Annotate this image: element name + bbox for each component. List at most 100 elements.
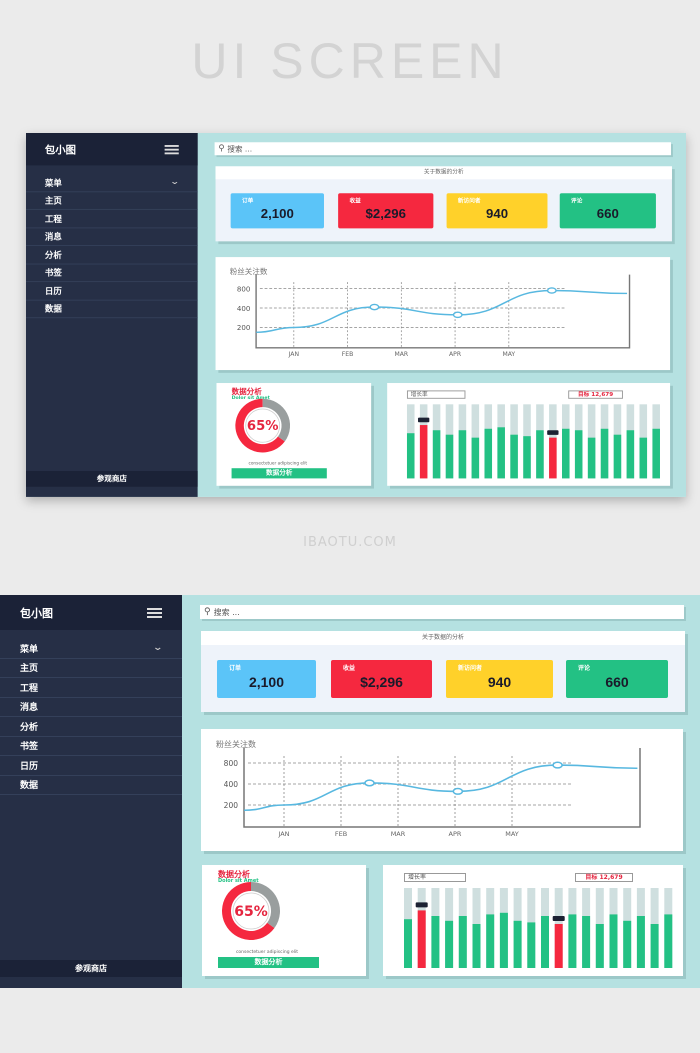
bar xyxy=(568,914,577,968)
bar-highlight xyxy=(417,910,426,968)
stat-label: 评论 xyxy=(571,197,583,205)
sidebar-item-home[interactable]: 主页 xyxy=(0,659,182,678)
search-icon: ⚲ xyxy=(204,607,211,617)
bar-highlight xyxy=(549,437,557,479)
bar-tooltip xyxy=(552,916,565,921)
bar xyxy=(650,924,659,968)
series-line xyxy=(256,289,628,334)
visit-store-button[interactable]: 参观商店 xyxy=(0,960,182,977)
stat-label: 新访问者 xyxy=(458,665,483,672)
y-tick-label: 200 xyxy=(237,324,250,332)
hamburger-menu-icon[interactable] xyxy=(164,144,179,154)
data-point xyxy=(452,311,463,319)
brand-logo: 包小图 xyxy=(20,606,53,620)
search-input[interactable]: ⚲ 搜索 ... xyxy=(214,142,672,156)
sidebar-item-projects[interactable]: 工程 xyxy=(0,678,182,698)
sidebar-item-projects[interactable]: 工程 xyxy=(26,210,198,228)
donut-value-label: 65% xyxy=(234,904,268,920)
sidebar-item-messages[interactable]: 消息 xyxy=(26,228,198,246)
dashboard-preview: 包小图 菜单 ⌄ 主页 工程 消息 分析 书签 日历 数据 参观商店 ⚲ 搜索 .… xyxy=(26,133,686,497)
line-chart: 800 400 200 JAN FEB MAR APR MAY xyxy=(237,274,631,358)
x-tick-label: FEB xyxy=(342,351,354,358)
bar xyxy=(636,916,645,968)
data-analysis-button[interactable]: 数据分析 xyxy=(231,468,327,479)
y-tick-label: 200 xyxy=(224,801,239,810)
sidebar-item-data[interactable]: 数据 xyxy=(26,300,198,319)
bar xyxy=(445,920,454,968)
sidebar-item-label: 书签 xyxy=(44,269,62,279)
donut-value-label: 65% xyxy=(247,419,279,434)
bar xyxy=(652,428,660,479)
bar xyxy=(536,430,544,479)
sidebar-item-analysis[interactable]: 分析 xyxy=(0,717,182,737)
stat-value: $2,296 xyxy=(365,206,406,221)
bar xyxy=(639,437,648,479)
sidebar-item-label: 菜单 xyxy=(44,179,62,189)
bar xyxy=(431,916,440,968)
sidebar-item-messages[interactable]: 消息 xyxy=(0,698,182,717)
data-point xyxy=(369,303,380,311)
bar xyxy=(582,916,591,968)
sidebar-item-bookmarks[interactable]: 书签 xyxy=(26,264,198,283)
stat-value: 2,100 xyxy=(260,206,294,221)
series-line xyxy=(244,764,638,812)
data-point xyxy=(364,779,375,787)
stat-card-revenue[interactable]: 收益 $2,296 xyxy=(331,660,432,698)
sidebar-item-label: 日历 xyxy=(20,761,39,772)
brand-logo: 包小图 xyxy=(44,143,76,156)
stat-card-visitors[interactable]: 新访问者 940 xyxy=(446,660,553,698)
sidebar-item-analysis[interactable]: 分析 xyxy=(26,246,198,265)
data-analysis-button[interactable]: 数据分析 xyxy=(218,957,319,968)
bar-tooltip xyxy=(415,902,428,908)
stats-panel: 关于数据的分析 订单 2,100 收益 $2,296 新访问者 940 评论 660 xyxy=(215,166,672,242)
data-analysis-panel: 数据分析 Dolor sit Amet 65% consectetuer adi… xyxy=(216,383,372,486)
bar xyxy=(484,428,493,479)
bar xyxy=(562,428,570,479)
stat-card-orders[interactable]: 订单 2,100 xyxy=(217,660,316,698)
bar xyxy=(499,912,508,968)
x-tick-label: MAR xyxy=(391,830,406,838)
stat-card-revenue[interactable]: 收益 $2,296 xyxy=(338,193,434,229)
hero-title: UI SCREEN xyxy=(191,33,509,89)
hamburger-menu-icon[interactable] xyxy=(147,607,162,618)
sidebar-item-menu[interactable]: 菜单 ⌄ xyxy=(26,174,198,192)
stat-card-comments[interactable]: 评论 660 xyxy=(559,193,656,229)
sidebar-item-home[interactable]: 主页 xyxy=(26,192,198,210)
bar xyxy=(574,430,583,479)
sidebar-item-label: 分析 xyxy=(44,251,62,261)
sidebar-item-data[interactable]: 数据 xyxy=(0,776,182,795)
visit-store-button[interactable]: 参观商店 xyxy=(26,470,198,487)
bar xyxy=(613,434,622,479)
sidebar-item-calendar[interactable]: 日历 xyxy=(0,756,182,776)
stat-label: 订单 xyxy=(229,665,242,672)
stat-value: 660 xyxy=(605,674,629,690)
search-input[interactable]: ⚲ 搜索 ... xyxy=(200,605,684,619)
search-placeholder: 搜索 ... xyxy=(213,607,240,617)
stat-card-comments[interactable]: 评论 660 xyxy=(566,660,668,698)
y-tick-label: 400 xyxy=(224,780,239,789)
bar xyxy=(458,430,467,479)
followers-line-chart-panel: 粉丝关注数 800 400 200 JAN FEB MAR APR MAY xyxy=(201,729,683,851)
site-watermark: IBAOTU.COM xyxy=(303,535,397,550)
growth-bar-chart-panel: 增长率 目标 12,679 xyxy=(387,383,671,486)
stat-value: 940 xyxy=(487,674,512,690)
y-tick-label: 800 xyxy=(224,759,239,768)
bar xyxy=(406,433,415,479)
line-chart: 800 400 200 JAN FEB MAR APR MAY xyxy=(224,748,641,838)
sidebar-item-bookmarks[interactable]: 书签 xyxy=(0,737,182,756)
bar-tooltip xyxy=(547,430,559,435)
bar xyxy=(497,427,505,479)
bar xyxy=(623,920,632,968)
bar xyxy=(527,922,536,968)
sidebar-item-menu[interactable]: 菜单 ⌄ xyxy=(0,639,182,659)
sidebar-item-calendar[interactable]: 日历 xyxy=(26,282,198,301)
stat-card-orders[interactable]: 订单 2,100 xyxy=(230,193,324,229)
stat-card-visitors[interactable]: 新访问者 940 xyxy=(446,193,548,229)
sidebar-header: 包小图 xyxy=(0,595,182,630)
x-tick-label: JAN xyxy=(288,351,299,358)
bar xyxy=(472,924,481,968)
stats-panel: 关于数据的分析 订单 2,100 收益 $2,296 新访问者 940 评论 660 xyxy=(201,631,685,712)
stat-label: 收益 xyxy=(349,197,361,205)
bar xyxy=(445,434,454,479)
data-analysis-panel: 数据分析 Dolor sit Amet 65% consectetuer adi… xyxy=(202,865,366,976)
